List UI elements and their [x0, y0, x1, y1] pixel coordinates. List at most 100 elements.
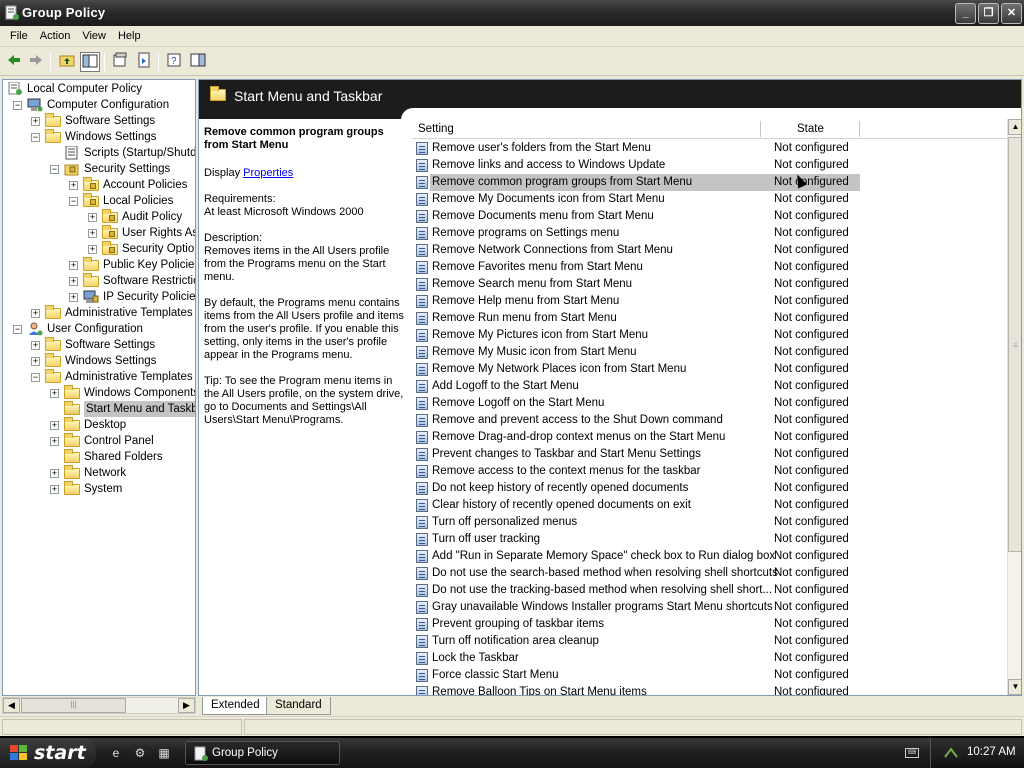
show-hide-action-pane-button[interactable]	[188, 52, 208, 72]
network-icon[interactable]	[943, 745, 959, 761]
setting-row[interactable]: Remove Logoff on the Start Menu Not confi…	[412, 395, 1007, 412]
setting-row[interactable]: Turn off personalized menus Not configure…	[412, 514, 1007, 531]
column-header-state[interactable]: State	[797, 123, 824, 135]
show-desktop-quicklaunch[interactable]: ▦	[156, 745, 172, 761]
tree-node[interactable]: + Windows Settings	[3, 353, 195, 369]
setting-row[interactable]: Prevent grouping of taskbar items Not con…	[412, 616, 1007, 633]
setting-row[interactable]: Do not use the search-based method when …	[412, 565, 1007, 582]
forward-button[interactable]	[26, 52, 46, 72]
setting-row[interactable]: Remove Help menu from Start Menu Not conf…	[412, 293, 1007, 310]
scroll-left-button[interactable]: ◀	[3, 698, 20, 713]
setting-row[interactable]: Turn off notification area cleanup Not co…	[412, 633, 1007, 650]
setting-row[interactable]: Add Logoff to the Start Menu Not configur…	[412, 378, 1007, 395]
taskbar-item-group-policy[interactable]: Group Policy	[185, 741, 340, 765]
setting-row[interactable]: Remove My Pictures icon from Start Menu N…	[412, 327, 1007, 344]
expand-icon[interactable]: +	[69, 277, 78, 286]
collapse-icon[interactable]: −	[13, 325, 22, 334]
menu-help[interactable]: Help	[112, 26, 147, 46]
tree-node[interactable]: Local Computer Policy	[3, 81, 195, 97]
collapse-icon[interactable]: −	[13, 101, 22, 110]
expand-icon[interactable]: +	[69, 293, 78, 302]
back-button[interactable]	[4, 52, 24, 72]
tree-node[interactable]: − Windows Settings	[3, 129, 195, 145]
tree-node[interactable]: − Security Settings	[3, 161, 195, 177]
setting-row[interactable]: Force classic Start Menu Not configured	[412, 667, 1007, 684]
expand-icon[interactable]: +	[31, 309, 40, 318]
internet-explorer-quicklaunch[interactable]: e	[108, 745, 124, 761]
tree-node[interactable]: + System	[3, 481, 195, 497]
expand-icon[interactable]: +	[31, 357, 40, 366]
setting-row[interactable]: Remove and prevent access to the Shut Do…	[412, 412, 1007, 429]
tree-node[interactable]: − Administrative Templates	[3, 369, 195, 385]
expand-icon[interactable]: +	[50, 389, 59, 398]
expand-icon[interactable]: +	[88, 245, 97, 254]
media-player-quicklaunch[interactable]: ⚙	[132, 745, 148, 761]
setting-row[interactable]: Remove My Music icon from Start Menu Not …	[412, 344, 1007, 361]
tree-node[interactable]: − Computer Configuration	[3, 97, 195, 113]
title-bar[interactable]: Group Policy _ ❐ ✕	[0, 0, 1024, 26]
tab-extended[interactable]: Extended	[202, 697, 269, 715]
tree-node[interactable]: Shared Folders	[3, 449, 195, 465]
expand-icon[interactable]: +	[50, 437, 59, 446]
setting-row[interactable]: Remove Favorites menu from Start Menu Not…	[412, 259, 1007, 276]
collapse-icon[interactable]: −	[31, 133, 40, 142]
scroll-down-button[interactable]: ▼	[1008, 679, 1021, 695]
setting-row[interactable]: Remove Balloon Tips on Start Menu items N…	[412, 684, 1007, 695]
expand-icon[interactable]: +	[88, 229, 97, 238]
tree-node[interactable]: + Account Policies	[3, 177, 195, 193]
list-vertical-scrollbar[interactable]: ▲ ≡ ▼	[1007, 119, 1021, 695]
clock[interactable]: 10:27 AM	[967, 746, 1016, 758]
properties-link[interactable]: Properties	[243, 167, 293, 179]
export-list-button[interactable]	[134, 52, 154, 72]
tree-node[interactable]: + Software Restrictic	[3, 273, 195, 289]
tree-node[interactable]: + Audit Policy	[3, 209, 195, 225]
help-button[interactable]: ?	[164, 52, 184, 72]
tree-node[interactable]: + Windows Components	[3, 385, 195, 401]
setting-row[interactable]: Gray unavailable Windows Installer progr…	[412, 599, 1007, 616]
setting-row[interactable]: Do not keep history of recently opened d…	[412, 480, 1007, 497]
setting-row[interactable]: Remove Run menu from Start Menu Not confi…	[412, 310, 1007, 327]
setting-row[interactable]: Do not use the tracking-based method whe…	[412, 582, 1007, 599]
setting-row[interactable]: Remove access to the context menus for t…	[412, 463, 1007, 480]
setting-row[interactable]: Remove links and access to Windows Updat…	[412, 157, 1007, 174]
setting-row[interactable]: Turn off user tracking Not configured	[412, 531, 1007, 548]
up-one-level-button[interactable]	[57, 52, 77, 72]
maximize-button[interactable]: ❐	[978, 3, 999, 24]
setting-row[interactable]: Clear history of recently opened documen…	[412, 497, 1007, 514]
expand-icon[interactable]: +	[50, 469, 59, 478]
setting-row[interactable]: Remove Drag-and-drop context menus on th…	[412, 429, 1007, 446]
setting-row[interactable]: Prevent changes to Taskbar and Start Men…	[412, 446, 1007, 463]
expand-icon[interactable]: +	[50, 421, 59, 430]
collapse-icon[interactable]: −	[50, 165, 59, 174]
tree-node[interactable]: + Administrative Templates	[3, 305, 195, 321]
setting-row[interactable]: Remove programs on Settings menu Not conf…	[412, 225, 1007, 242]
menu-view[interactable]: View	[76, 26, 112, 46]
menu-file[interactable]: File	[4, 26, 34, 46]
setting-row[interactable]: Remove Documents menu from Start Menu Not…	[412, 208, 1007, 225]
keyboard-icon[interactable]: ⌨	[905, 748, 919, 758]
expand-icon[interactable]: +	[69, 261, 78, 270]
setting-row[interactable]: Add "Run in Separate Memory Space" check…	[412, 548, 1007, 565]
tree-node[interactable]: Start Menu and Taskba	[3, 401, 195, 417]
start-button[interactable]: start	[0, 738, 96, 768]
tab-standard[interactable]: Standard	[266, 697, 331, 715]
tree-node[interactable]: + User Rights As:	[3, 225, 195, 241]
setting-row[interactable]: Remove common program groups from Start …	[412, 174, 1007, 191]
tree-node[interactable]: + Desktop	[3, 417, 195, 433]
tree-node[interactable]: + IP Security Policies	[3, 289, 195, 305]
expand-icon[interactable]: +	[31, 117, 40, 126]
tree-node[interactable]: + Software Settings	[3, 113, 195, 129]
tree-node[interactable]: + Public Key Policies	[3, 257, 195, 273]
setting-row[interactable]: Lock the Taskbar Not configured	[412, 650, 1007, 667]
tree-node[interactable]: − Local Policies	[3, 193, 195, 209]
show-hide-tree-button[interactable]	[80, 52, 100, 72]
scroll-thumb[interactable]: ≡	[1008, 137, 1021, 552]
tree-node[interactable]: + Software Settings	[3, 337, 195, 353]
column-header-setting[interactable]: Setting	[418, 123, 454, 135]
expand-icon[interactable]: +	[69, 181, 78, 190]
column-divider[interactable]	[760, 121, 761, 137]
close-button[interactable]: ✕	[1001, 3, 1022, 24]
tree-node[interactable]: Scripts (Startup/Shutdc	[3, 145, 195, 161]
setting-row[interactable]: Remove Search menu from Start Menu Not co…	[412, 276, 1007, 293]
menu-action[interactable]: Action	[34, 26, 77, 46]
